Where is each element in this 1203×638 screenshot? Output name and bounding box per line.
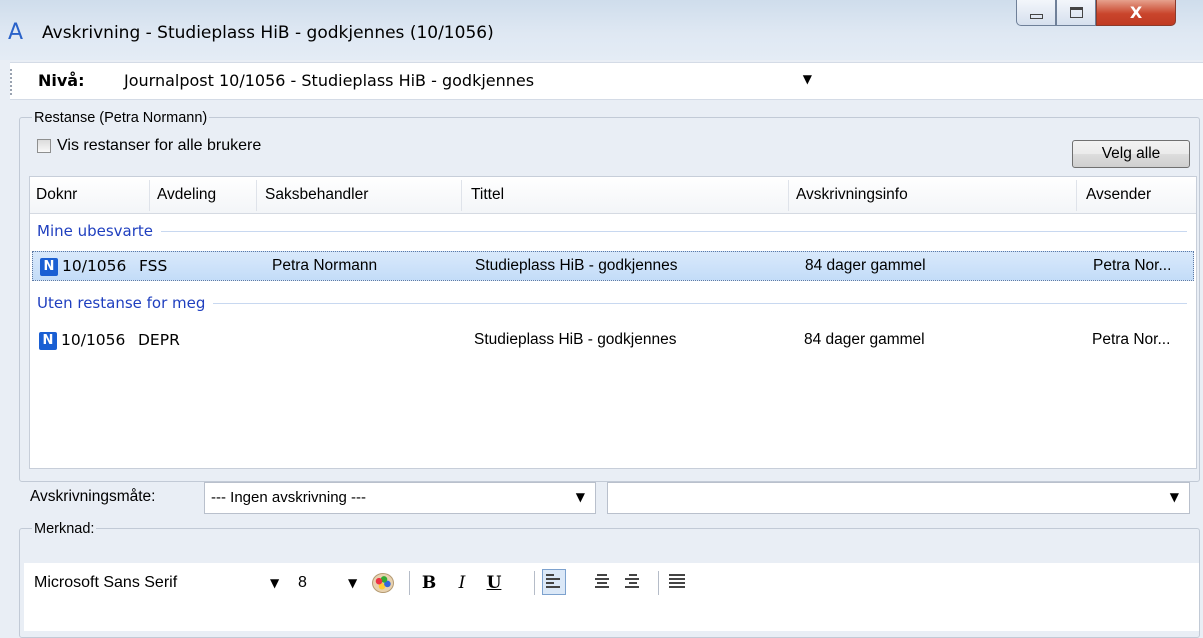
group-divider (161, 230, 1187, 232)
group-header-mine-ubesvarte[interactable]: Mine ubesvarte (37, 222, 1187, 240)
document-type-icon: N (40, 258, 58, 276)
column-divider (1076, 180, 1077, 211)
font-size-chevron-down-icon[interactable]: ▼ (348, 576, 357, 590)
chevron-down-icon: ▼ (1169, 490, 1179, 504)
checkbox-icon (37, 139, 51, 153)
show-all-users-label: Vis restanser for alle brukere (57, 137, 262, 154)
group-header-uten-restanse[interactable]: Uten restanse for meg (37, 294, 1187, 312)
cell-tittel: Studieplass HiB - godkjennes (474, 331, 677, 348)
cell-tittel: Studieplass HiB - godkjennes (475, 257, 678, 274)
column-header-saksbehandler[interactable]: Saksbehandler (265, 186, 368, 204)
window-title: Avskrivning - Studieplass HiB - godkjenn… (42, 23, 494, 43)
group-divider (213, 302, 1187, 304)
column-divider (461, 180, 462, 211)
avskrivningsmate-value: --- Ingen avskrivning --- (211, 489, 367, 506)
minimize-button[interactable] (1016, 0, 1056, 26)
level-value: Journalpost 10/1056 - Studieplass HiB - … (124, 71, 535, 90)
avskrivning-secondary-dropdown[interactable]: ▼ (607, 482, 1190, 514)
level-dropdown[interactable]: Journalpost 10/1056 - Studieplass HiB - … (112, 67, 818, 95)
cell-avsender: Petra Nor... (1093, 257, 1172, 274)
column-header-avdeling[interactable]: Avdeling (157, 186, 216, 204)
select-all-button[interactable]: Velg alle (1072, 140, 1190, 168)
title-bar: A Avskrivning - Studieplass HiB - godkje… (0, 0, 1203, 60)
toolbar-grip-icon[interactable] (10, 69, 16, 95)
avskrivningsmate-label: Avskrivningsmåte: (30, 488, 156, 505)
column-header-avskrivningsinfo[interactable]: Avskrivningsinfo (796, 186, 908, 204)
merknad-legend: Merknad: (32, 520, 97, 538)
column-divider (256, 180, 257, 211)
italic-button[interactable]: I (451, 572, 473, 594)
toolbar-separator (658, 571, 659, 595)
cell-avskrivningsinfo: 84 dager gammel (804, 331, 925, 348)
minimize-icon (1029, 14, 1043, 19)
bold-button[interactable]: B (418, 572, 440, 594)
cell-avdeling: DEPR (138, 331, 180, 349)
align-left-icon (546, 574, 562, 590)
cell-doknr: 10/1056 (61, 331, 126, 349)
align-right-icon[interactable] (625, 574, 641, 590)
column-header-doknr[interactable]: Doknr (36, 186, 77, 204)
merknad-editor[interactable] (24, 603, 1199, 631)
cell-avdeling: FSS (139, 257, 168, 275)
column-divider (788, 180, 789, 211)
chevron-down-icon: ▼ (802, 72, 812, 86)
align-center-icon[interactable] (594, 574, 610, 590)
align-left-button[interactable] (542, 569, 566, 595)
list-header: Doknr Avdeling Saksbehandler Tittel Avsk… (30, 177, 1196, 214)
column-header-avsender[interactable]: Avsender (1086, 186, 1151, 204)
chevron-down-icon: ▼ (575, 490, 585, 504)
app-icon: A (8, 20, 24, 45)
cell-doknr: 10/1056 (62, 257, 127, 275)
color-palette-icon[interactable] (372, 573, 394, 593)
restanse-legend: Restanse (Petra Normann) (32, 109, 210, 127)
level-label: Nivå: (38, 71, 85, 90)
font-size-dropdown[interactable]: 8 (298, 574, 307, 592)
cell-saksbehandler: Petra Normann (272, 257, 378, 274)
level-toolbar: Nivå: Journalpost 10/1056 - Studieplass … (10, 62, 1203, 100)
editor-toolbar: Microsoft Sans Serif ▼ 8 ▼ B I U (24, 563, 1199, 603)
document-type-icon: N (39, 332, 57, 350)
maximize-icon (1069, 7, 1083, 18)
avskrivningsmate-dropdown[interactable]: --- Ingen avskrivning --- ▼ (204, 482, 596, 514)
group-title: Mine ubesvarte (37, 222, 154, 240)
font-name-chevron-down-icon[interactable]: ▼ (270, 576, 279, 590)
close-icon: X (1129, 3, 1143, 22)
table-row[interactable]: N 10/1056 DEPR Studieplass HiB - godkjen… (32, 326, 1194, 356)
column-header-tittel[interactable]: Tittel (471, 186, 504, 204)
underline-button[interactable]: U (483, 572, 505, 594)
cell-avskrivningsinfo: 84 dager gammel (805, 257, 926, 274)
toolbar-separator (409, 571, 410, 595)
column-divider (149, 180, 150, 211)
toolbar-separator (534, 571, 535, 595)
restanse-list[interactable]: Doknr Avdeling Saksbehandler Tittel Avsk… (29, 176, 1197, 469)
table-row[interactable]: N 10/1056 FSS Petra Normann Studieplass … (32, 251, 1194, 281)
bullet-list-icon[interactable] (669, 574, 685, 590)
show-all-users-checkbox[interactable]: Vis restanser for alle brukere (37, 137, 261, 155)
cell-avsender: Petra Nor... (1092, 331, 1171, 348)
maximize-button[interactable] (1056, 0, 1096, 26)
font-name-dropdown[interactable]: Microsoft Sans Serif (34, 574, 177, 592)
close-button[interactable]: X (1096, 0, 1176, 26)
group-title: Uten restanse for meg (37, 294, 206, 312)
